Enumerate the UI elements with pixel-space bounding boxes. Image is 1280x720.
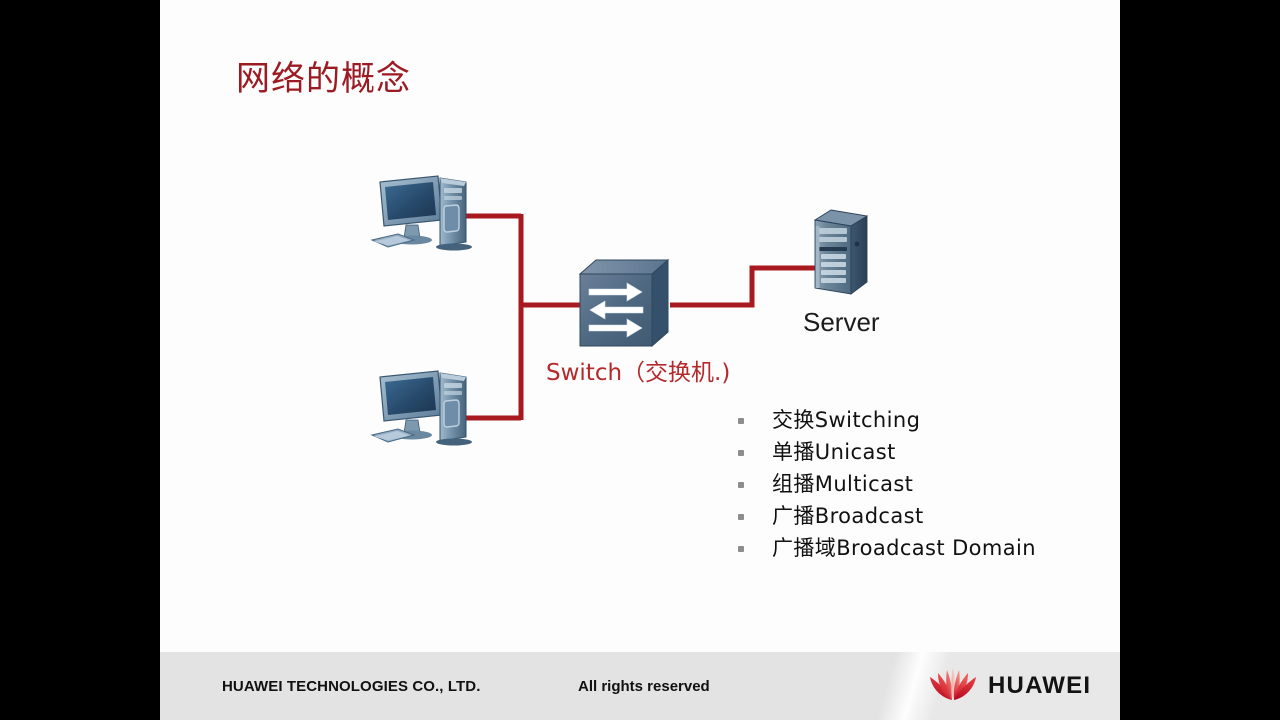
list-item: 交换Switching — [738, 404, 1098, 436]
slide-footer: HUAWEI TECHNOLOGIES CO., LTD. All rights… — [160, 652, 1120, 720]
list-item-label: 广播域Broadcast Domain — [772, 536, 1036, 560]
huawei-wordmark: HUAWEI — [988, 672, 1092, 699]
concepts-bullet-list: 交换Switching 单播Unicast 组播Multicast 广播Broa… — [738, 404, 1098, 564]
bullet-marker-icon — [738, 546, 744, 552]
desktop-pc-bottom — [370, 363, 486, 453]
screenshot-stage: 网络的概念 Switch（交换机.) Server 交换Switching 单播… — [0, 0, 1280, 720]
huawei-logo: HUAWEI — [928, 664, 1091, 708]
list-item: 单播Unicast — [738, 436, 1098, 468]
server-label: Server — [803, 307, 880, 337]
huawei-flower-icon — [930, 668, 976, 700]
server-tower-icon — [805, 206, 877, 298]
letterbox-bar-left — [0, 0, 160, 720]
footer-company-name: HUAWEI TECHNOLOGIES CO., LTD. — [222, 678, 481, 695]
bullet-marker-icon — [738, 418, 744, 424]
footer-rights-text: All rights reserved — [578, 678, 710, 695]
slide-content-area: 网络的概念 Switch（交换机.) Server 交换Switching 单播… — [160, 0, 1120, 652]
list-item-label: 组播Multicast — [772, 472, 914, 496]
presentation-slide: 网络的概念 Switch（交换机.) Server 交换Switching 单播… — [160, 0, 1120, 720]
bullet-marker-icon — [738, 450, 744, 456]
bullet-marker-icon — [738, 482, 744, 488]
bullet-marker-icon — [738, 514, 744, 520]
desktop-pc-top — [370, 168, 486, 258]
list-item-label: 单播Unicast — [772, 440, 896, 464]
list-item-label: 广播Broadcast — [772, 504, 924, 528]
list-item: 广播域Broadcast Domain — [738, 532, 1098, 564]
network-switch-icon — [572, 256, 676, 352]
list-item-label: 交换Switching — [772, 408, 921, 432]
switch-label: Switch（交换机.) — [546, 360, 731, 386]
letterbox-bar-right — [1120, 0, 1280, 720]
list-item: 组播Multicast — [738, 468, 1098, 500]
list-item: 广播Broadcast — [738, 500, 1098, 532]
